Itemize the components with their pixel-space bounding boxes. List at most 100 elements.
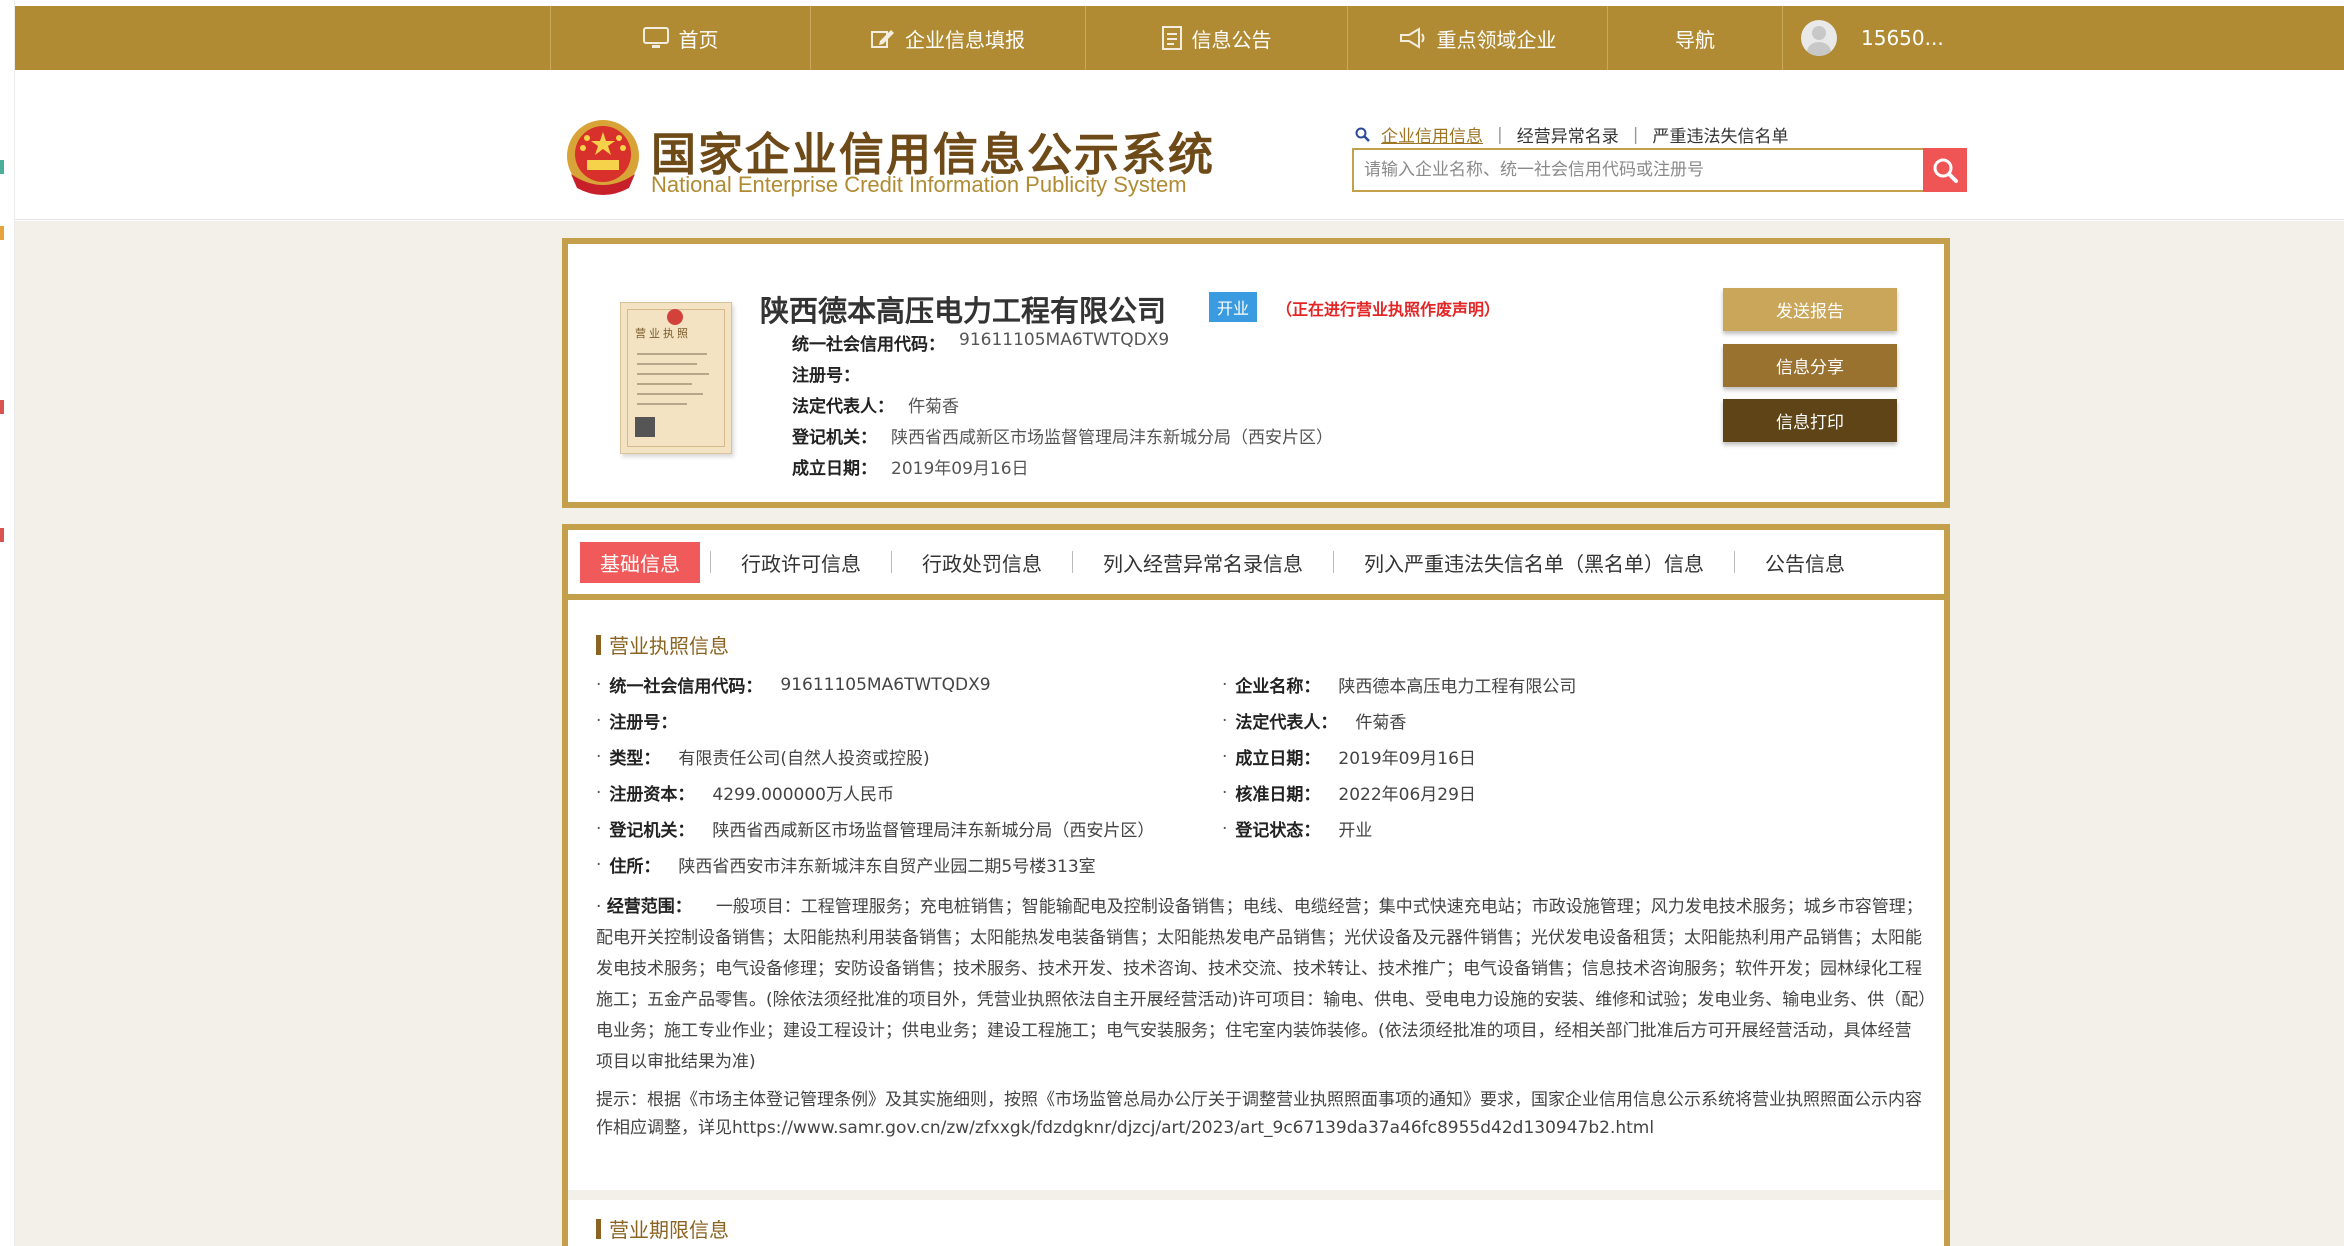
search-box xyxy=(1352,148,1967,192)
license-text-line xyxy=(637,353,707,355)
nav-item-label: 导航 xyxy=(1675,27,1715,52)
company-summary-card: 营业执照 陕西德本高压电力工程有限公司 开业 （正在进行营业执照作废声明） 统一… xyxy=(562,238,1950,508)
field-value: 陕西省西安市沣东新城沣东自贸产业园二期5号楼313室 xyxy=(678,857,1096,877)
info-row-approved: · 核准日期： 2022年06月29日 xyxy=(1222,780,1476,806)
info-row-reg-no: · 注册号： xyxy=(596,708,695,734)
avatar xyxy=(1801,20,1837,56)
nav-item-navigation[interactable]: 导航 xyxy=(1608,6,1783,70)
search-link-abnormal-list[interactable]: 经营异常名录 xyxy=(1517,122,1619,147)
site-subtitle: National Enterprise Credit Information P… xyxy=(651,172,1187,197)
edge-marker xyxy=(0,226,4,240)
license-text-line xyxy=(637,403,687,405)
info-row-established: · 成立日期： 2019年09月16日 xyxy=(1222,744,1476,770)
bullet: · xyxy=(596,818,602,839)
national-emblem-logo xyxy=(563,116,643,200)
field-label: 统一社会信用代码： xyxy=(792,335,945,355)
status-badge: 开业 xyxy=(1209,292,1258,322)
tab-basic-info[interactable]: 基础信息 xyxy=(580,541,700,583)
user-menu[interactable]: 15650... xyxy=(1783,6,1944,70)
field-label: 登记机关： xyxy=(792,428,877,448)
tab-admin-license[interactable]: 行政许可信息 xyxy=(721,542,881,583)
tab-abnormal-list[interactable]: 列入经营异常名录信息 xyxy=(1083,542,1323,583)
tab-blacklist[interactable]: 列入严重违法失信名单（黑名单）信息 xyxy=(1344,542,1724,583)
info-row-type: · 类型： 有限责任公司(自然人投资或控股) xyxy=(596,744,930,770)
detail-panel: 基础信息 行政许可信息 行政处罚信息 列入经营异常名录信息 列入严重违法失信名单… xyxy=(562,524,1950,1246)
search-icon xyxy=(1931,156,1959,184)
section-title-term: 营业期限信息 xyxy=(596,1214,729,1243)
search-link-blacklist[interactable]: 严重违法失信名单 xyxy=(1652,122,1788,147)
company-name: 陕西德本高压电力工程有限公司 xyxy=(760,294,1167,328)
document-icon xyxy=(1161,26,1182,50)
field-value: 2019年09月16日 xyxy=(1338,749,1476,769)
share-info-button[interactable]: 信息分享 xyxy=(1723,344,1897,387)
tab-divider xyxy=(1333,551,1334,573)
nav-item-label: 企业信息填报 xyxy=(905,27,1025,52)
card-row-reg-no: 注册号： xyxy=(792,361,874,386)
license-text-line xyxy=(637,393,703,395)
bullet: · xyxy=(1222,782,1228,803)
field-value: 2022年06月29日 xyxy=(1338,785,1476,805)
bullet: · xyxy=(596,674,602,695)
license-text-line xyxy=(637,363,697,365)
field-value: 陕西省西咸新区市场监督管理局沣东新城分局（西安片区） xyxy=(891,428,1333,448)
field-value: 有限责任公司(自然人投资或控股) xyxy=(678,749,930,769)
license-text-line xyxy=(637,383,692,385)
tab-announcements[interactable]: 公告信息 xyxy=(1745,542,1865,583)
field-label: 核准日期： xyxy=(1235,785,1321,805)
info-row-credit-code: · 统一社会信用代码： 91611105MA6TWTQDX9 xyxy=(596,672,991,698)
field-label: 成立日期： xyxy=(1235,749,1321,769)
emblem-icon xyxy=(667,309,683,325)
bullet: · xyxy=(596,854,602,875)
field-label: 注册号： xyxy=(792,366,860,386)
field-value: 陕西省西咸新区市场监督管理局沣东新城分局（西安片区） xyxy=(712,821,1155,841)
tab-divider xyxy=(1072,551,1073,573)
nav-item-key-sectors[interactable]: 重点领域企业 xyxy=(1348,6,1608,70)
bullet: · xyxy=(596,782,602,803)
edge-marker xyxy=(0,160,4,174)
tab-admin-penalty[interactable]: 行政处罚信息 xyxy=(902,542,1062,583)
send-report-button[interactable]: 发送报告 xyxy=(1723,288,1897,331)
field-value: 4299.000000万人民币 xyxy=(712,785,894,805)
info-row-capital: · 注册资本： 4299.000000万人民币 xyxy=(596,780,894,806)
bullet: · xyxy=(1222,710,1228,731)
field-label: 统一社会信用代码： xyxy=(609,677,763,697)
bullet: · xyxy=(596,746,602,767)
info-row-authority: · 登记机关： 陕西省西咸新区市场监督管理局沣东新城分局（西安片区） xyxy=(596,816,1155,842)
qr-code-icon xyxy=(635,417,655,437)
search-link-credit-info[interactable]: 企业信用信息 xyxy=(1381,122,1483,147)
edge-marker xyxy=(0,528,4,542)
field-label: 经营范围： xyxy=(606,897,692,917)
nav-item-label: 重点领域企业 xyxy=(1436,27,1557,52)
tab-divider xyxy=(1734,551,1735,573)
card-row-established: 成立日期： 2019年09月16日 xyxy=(792,454,1029,479)
print-info-button[interactable]: 信息打印 xyxy=(1723,399,1897,442)
field-value: 仵菊香 xyxy=(908,397,959,417)
card-row-credit-code: 统一社会信用代码： 91611105MA6TWTQDX9 xyxy=(792,330,1169,355)
tab-divider xyxy=(710,551,711,573)
section-separator xyxy=(568,1190,1944,1200)
field-value: 仵菊香 xyxy=(1355,713,1407,733)
search-button[interactable] xyxy=(1923,148,1967,192)
revocation-notice[interactable]: （正在进行营业执照作废声明） xyxy=(1276,296,1500,320)
info-row-legal-rep: · 法定代表人： 仵菊香 xyxy=(1222,708,1407,734)
bullet: · xyxy=(1222,674,1228,695)
bullet: · xyxy=(596,897,607,917)
card-row-authority: 登记机关： 陕西省西咸新区市场监督管理局沣东新城分局（西安片区） xyxy=(792,423,1333,448)
nav-item-home[interactable]: 首页 xyxy=(550,6,811,70)
business-license-thumbnail[interactable]: 营业执照 xyxy=(620,302,732,454)
info-tabs: 基础信息 行政许可信息 行政处罚信息 列入经营异常名录信息 列入严重违法失信名单… xyxy=(568,530,1944,600)
left-edge-strip xyxy=(0,0,15,1246)
nav-item-label: 首页 xyxy=(678,27,719,52)
field-value: 陕西德本高压电力工程有限公司 xyxy=(1338,677,1577,697)
info-row-company-name: · 企业名称： 陕西德本高压电力工程有限公司 xyxy=(1222,672,1577,698)
search-input[interactable] xyxy=(1354,150,1923,190)
field-label: 法定代表人： xyxy=(792,397,894,417)
card-row-legal-rep: 法定代表人： 仵菊香 xyxy=(792,392,959,417)
search-type-links: 企业信用信息 | 经营异常名录 | 严重违法失信名单 xyxy=(1355,122,1788,147)
nav-item-enterprise-report[interactable]: 企业信息填报 xyxy=(811,6,1086,70)
tab-divider xyxy=(891,551,892,573)
megaphone-icon xyxy=(1399,27,1427,49)
nav-item-announcements[interactable]: 信息公告 xyxy=(1086,6,1348,70)
bullet: · xyxy=(1222,746,1228,767)
license-text-line xyxy=(637,373,709,375)
